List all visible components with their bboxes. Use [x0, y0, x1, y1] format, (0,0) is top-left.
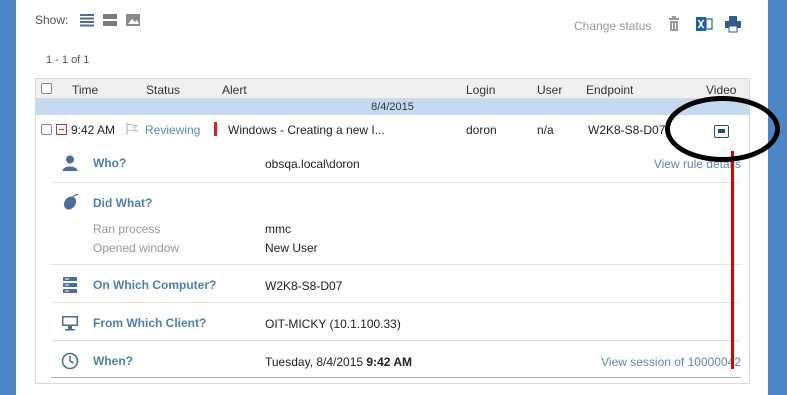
who-value: obsqa.local\doron — [265, 157, 360, 171]
frame-right — [768, 0, 787, 395]
view-session-link[interactable]: View session of 10000042 — [601, 355, 741, 369]
column-user[interactable]: User — [537, 83, 562, 97]
compact-view-icon[interactable] — [102, 13, 118, 27]
severity-indicator — [214, 122, 217, 136]
details-computer: On Which Computer? W2K8-S8-D07 — [51, 266, 741, 303]
details-who: Who? obsqa.local\doron View rule details — [51, 144, 741, 183]
details-did-what: Did What? Ran process mmc Opened window … — [51, 184, 741, 265]
client-value: OIT-MICKY (10.1.100.33) — [265, 317, 401, 331]
row-alert[interactable]: Windows - Creating a new I... — [228, 123, 385, 137]
details-client: From Which Client? OIT-MICKY (10.1.100.3… — [51, 304, 741, 341]
frame-left — [0, 0, 16, 395]
computer-value: W2K8-S8-D07 — [265, 279, 343, 293]
who-label: Who? — [93, 156, 127, 170]
server-icon — [63, 277, 77, 293]
ran-process-value: mmc — [265, 222, 291, 236]
when-label: When? — [93, 354, 133, 368]
did-what-label: Did What? — [93, 196, 153, 210]
column-login[interactable]: Login — [466, 83, 495, 97]
date-group-header: 8/4/2015 — [36, 99, 749, 115]
change-status-button[interactable]: Change status — [574, 19, 651, 33]
flag-icon[interactable] — [125, 122, 139, 136]
print-icon[interactable] — [724, 15, 742, 33]
monitor-icon — [62, 316, 78, 331]
client-label: From Which Client? — [93, 316, 207, 330]
trash-icon[interactable] — [665, 15, 683, 33]
column-alert[interactable]: Alert — [222, 83, 247, 97]
pagination-count: 1 - 1 of 1 — [46, 54, 90, 66]
column-video[interactable]: Video — [706, 83, 736, 97]
collapse-row-icon[interactable] — [56, 124, 67, 135]
column-time[interactable]: Time — [72, 83, 98, 97]
opened-window-value: New User — [265, 241, 318, 255]
ran-process-label: Ran process — [93, 222, 161, 236]
when-time: 9:42 AM — [366, 355, 412, 369]
details-when: When? Tuesday, 8/4/2015 9:42 AM View ses… — [51, 342, 741, 378]
excel-export-icon[interactable] — [695, 15, 713, 33]
row-login: doron — [466, 123, 497, 137]
when-date: Tuesday, 8/4/2015 — [265, 355, 364, 369]
row-status[interactable]: Reviewing — [145, 123, 200, 137]
list-view-icon[interactable] — [79, 13, 95, 27]
select-all-checkbox[interactable] — [41, 83, 52, 94]
show-label: Show: — [35, 13, 69, 27]
table-header: Time Status Alert Login User Endpoint Vi… — [36, 79, 749, 99]
opened-window-label: Opened window — [93, 241, 180, 255]
row-time: 9:42 AM — [71, 123, 116, 137]
computer-label: On Which Computer? — [93, 278, 217, 292]
clock-icon — [61, 352, 79, 370]
alerts-table: Time Status Alert Login User Endpoint Vi… — [35, 78, 750, 384]
when-value: Tuesday, 8/4/2015 9:42 AM — [265, 355, 412, 369]
column-endpoint[interactable]: Endpoint — [586, 83, 633, 97]
mouse-icon — [63, 193, 79, 210]
annotation-highlight-ellipse — [665, 96, 780, 162]
row-checkbox[interactable] — [41, 124, 52, 135]
thumbnail-view-icon[interactable] — [125, 13, 141, 27]
table-row[interactable]: 9:42 AM Reviewing Windows - Creating a n… — [36, 115, 749, 141]
user-icon — [62, 155, 78, 171]
row-user: n/a — [537, 123, 554, 137]
annotation-red-line — [731, 151, 734, 369]
column-status[interactable]: Status — [146, 83, 180, 97]
